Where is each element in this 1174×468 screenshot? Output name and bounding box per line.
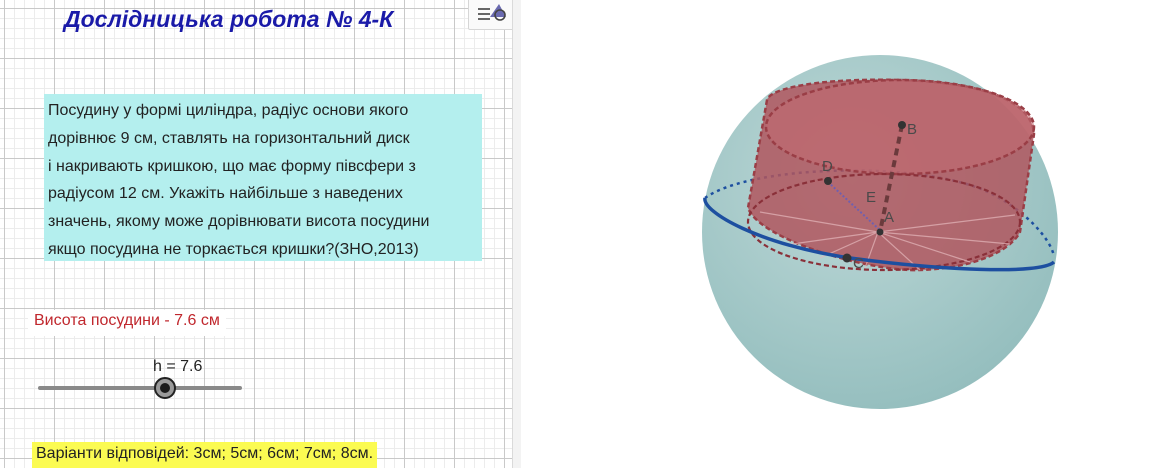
point-D[interactable]	[824, 177, 832, 185]
problem-line-1: Посудину у формі циліндра, радіус основи…	[48, 102, 409, 119]
point-A[interactable]	[876, 228, 884, 236]
problem-text-box[interactable]: Посудину у формі циліндра, радіус основи…	[44, 94, 482, 261]
point-E-label: E	[866, 189, 876, 206]
slider-caption: h = 7.6	[153, 358, 203, 375]
point-C-label: C	[853, 255, 864, 272]
3d-scene[interactable]: B D E A C	[520, 0, 1174, 468]
problem-line-6: якщо посудина не торкається кришки?(ЗНО,…	[48, 240, 419, 258]
3d-view[interactable]: B D E A C	[520, 0, 1174, 468]
problem-line-4: радіусом 12 см. Укажіть найбільше з наве…	[48, 185, 403, 203]
point-D-label: D	[822, 158, 833, 175]
style-bar-button[interactable]	[468, 0, 514, 30]
problem-line-2: дорівнює 9 см, ставлять на горизонтальни…	[48, 129, 410, 147]
height-value-label: Висота посудини - 7.6 см	[28, 310, 226, 336]
answer-options: Варіанти відповідей: 3см; 5см; 6см; 7см;…	[32, 442, 378, 468]
height-slider-track[interactable]	[38, 386, 242, 390]
graphics-panel[interactable]: Дослідницька робота № 4-К Посудину у фор…	[0, 0, 521, 468]
point-B-label: B	[907, 121, 917, 138]
style-bar-toggle-icon	[478, 4, 506, 21]
height-slider-handle[interactable]	[154, 377, 176, 399]
problem-line-3: і накривають кришкою, що має форму півсф…	[48, 157, 416, 175]
problem-text: Посудину у формі циліндра, радіус основи…	[44, 94, 482, 264]
problem-line-5: значень, якому може дорівнювати висота п…	[48, 213, 430, 231]
point-B[interactable]	[898, 121, 906, 129]
point-A-label: A	[884, 209, 894, 226]
page-title: Дослідницька робота № 4-К	[64, 6, 394, 32]
point-C[interactable]	[842, 253, 852, 263]
